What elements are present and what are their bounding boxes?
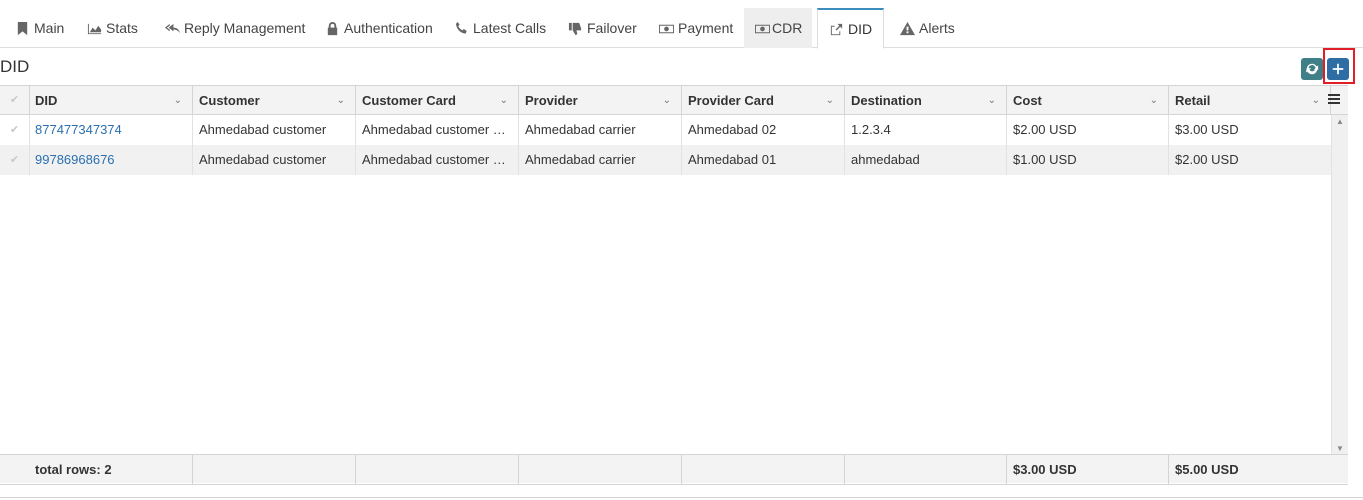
destination-cell: 1.2.3.4 xyxy=(845,115,1007,145)
destination-cell: ahmedabad xyxy=(845,145,1007,175)
did-link[interactable]: 877477347374 xyxy=(29,115,193,145)
tab-cdr[interactable]: CDR xyxy=(744,8,813,48)
bookmark-icon xyxy=(14,20,30,36)
tab-label: Reply Management xyxy=(184,20,306,36)
reply-all-icon xyxy=(164,20,180,36)
footer-cell xyxy=(682,455,845,484)
provider-card-cell: Ahmedabad 02 xyxy=(682,115,845,145)
footer-cell xyxy=(356,455,519,484)
column-header-destination[interactable]: Destination ⌄ xyxy=(845,86,1007,115)
phone-icon xyxy=(453,20,469,36)
chevron-down-icon[interactable]: ⌄ xyxy=(500,86,508,115)
money-icon xyxy=(754,20,770,36)
chevron-down-icon[interactable]: ⌄ xyxy=(988,86,996,115)
refresh-icon xyxy=(1305,63,1319,75)
did-link[interactable]: 99786968676 xyxy=(29,145,193,175)
grid-menu-button[interactable] xyxy=(1326,92,1342,108)
vertical-scrollbar[interactable]: ▲ ▼ xyxy=(1331,115,1348,455)
area-chart-icon xyxy=(86,20,102,36)
table-row[interactable]: ✔ 99786968676 Ahmedabad customer Ahmedab… xyxy=(0,145,1331,175)
row-checkbox[interactable]: ✔ xyxy=(0,145,30,175)
warning-icon xyxy=(899,20,915,36)
provider-card-cell: Ahmedabad 01 xyxy=(682,145,845,175)
lock-icon xyxy=(324,20,340,36)
tab-main[interactable]: Main xyxy=(4,8,74,48)
tab-bar: Main Stats Reply Management Authenticati… xyxy=(0,8,1363,49)
tab-stats[interactable]: Stats xyxy=(76,8,148,48)
footer-cell xyxy=(845,455,1007,484)
column-header-retail[interactable]: Retail ⌄ xyxy=(1169,86,1331,115)
tab-did[interactable]: DID xyxy=(817,8,884,49)
chevron-down-icon[interactable]: ⌄ xyxy=(174,86,182,115)
tab-reply-management[interactable]: Reply Management xyxy=(154,8,315,48)
provider-cell: Ahmedabad carrier xyxy=(519,115,682,145)
page-title: DID xyxy=(0,57,30,76)
chevron-down-icon[interactable]: ⌄ xyxy=(826,86,834,115)
tab-label: Authentication xyxy=(344,20,433,36)
total-rows-label: total rows: 2 xyxy=(0,455,193,484)
retail-cell: $3.00 USD xyxy=(1175,122,1239,137)
column-header-provider[interactable]: Provider ⌄ xyxy=(519,86,682,115)
column-header-cost[interactable]: Cost ⌄ xyxy=(1007,86,1169,115)
chevron-down-icon[interactable]: ⌄ xyxy=(1312,86,1320,115)
tab-label: Latest Calls xyxy=(473,20,547,36)
customer-card-cell: Ahmedabad customer card xyxy=(356,115,519,145)
select-all-checkbox[interactable]: ✔ xyxy=(0,86,30,115)
retail-cell: $2.00 USD xyxy=(1175,152,1239,167)
customer-cell: Ahmedabad customer xyxy=(193,115,356,145)
tab-authentication[interactable]: Authentication xyxy=(314,8,443,48)
money-icon xyxy=(658,20,674,36)
highlight-box xyxy=(1323,48,1355,84)
column-header-provider-card[interactable]: Provider Card ⌄ xyxy=(682,86,845,115)
column-header-customer-card[interactable]: Customer Card ⌄ xyxy=(356,86,519,115)
table-row[interactable]: ✔ 877477347374 Ahmedabad customer Ahmeda… xyxy=(0,115,1331,145)
retail-total: $5.00 USD xyxy=(1175,462,1239,477)
thumbs-down-icon xyxy=(567,20,583,36)
hamburger-icon xyxy=(1328,94,1340,104)
share-square-icon xyxy=(828,21,844,37)
tab-label: Stats xyxy=(106,20,138,36)
grid-header: ✔ DID ⌄ Customer ⌄ Customer Card ⌄ Provider… xyxy=(0,86,1348,115)
divider xyxy=(0,497,1363,498)
row-checkbox[interactable]: ✔ xyxy=(0,115,30,145)
chevron-down-icon[interactable]: ⌄ xyxy=(1150,86,1158,115)
did-grid: ✔ DID ⌄ Customer ⌄ Customer Card ⌄ Provider… xyxy=(0,85,1348,485)
chevron-down-icon[interactable]: ⌄ xyxy=(337,86,345,115)
column-header-customer[interactable]: Customer ⌄ xyxy=(193,86,356,115)
footer-cell xyxy=(519,455,682,484)
tab-label: CDR xyxy=(772,20,803,36)
footer-cell xyxy=(193,455,356,484)
cost-total: $3.00 USD xyxy=(1007,455,1169,484)
tab-alerts[interactable]: Alerts xyxy=(889,8,965,48)
tab-failover[interactable]: Failover xyxy=(557,8,647,48)
cost-cell: $2.00 USD xyxy=(1007,115,1169,145)
tab-label: Main xyxy=(34,20,65,36)
scroll-up-icon[interactable]: ▲ xyxy=(1336,117,1344,126)
tab-label: Payment xyxy=(678,20,734,36)
tab-label: Alerts xyxy=(919,20,955,36)
customer-cell: Ahmedabad customer xyxy=(193,145,356,175)
refresh-button[interactable] xyxy=(1301,58,1323,80)
scroll-down-icon[interactable]: ▼ xyxy=(1336,444,1344,453)
cost-cell: $1.00 USD xyxy=(1007,145,1169,175)
column-header-did[interactable]: DID ⌄ xyxy=(29,86,193,115)
chevron-down-icon[interactable]: ⌄ xyxy=(663,86,671,115)
tab-latest-calls[interactable]: Latest Calls xyxy=(443,8,556,48)
provider-cell: Ahmedabad carrier xyxy=(519,145,682,175)
grid-footer: total rows: 2 $3.00 USD $5.00 USD xyxy=(0,454,1348,484)
customer-card-cell: Ahmedabad customer card xyxy=(356,145,519,175)
tab-label: DID xyxy=(848,21,873,37)
tab-label: Failover xyxy=(587,20,637,36)
tab-payment[interactable]: Payment xyxy=(648,8,743,48)
